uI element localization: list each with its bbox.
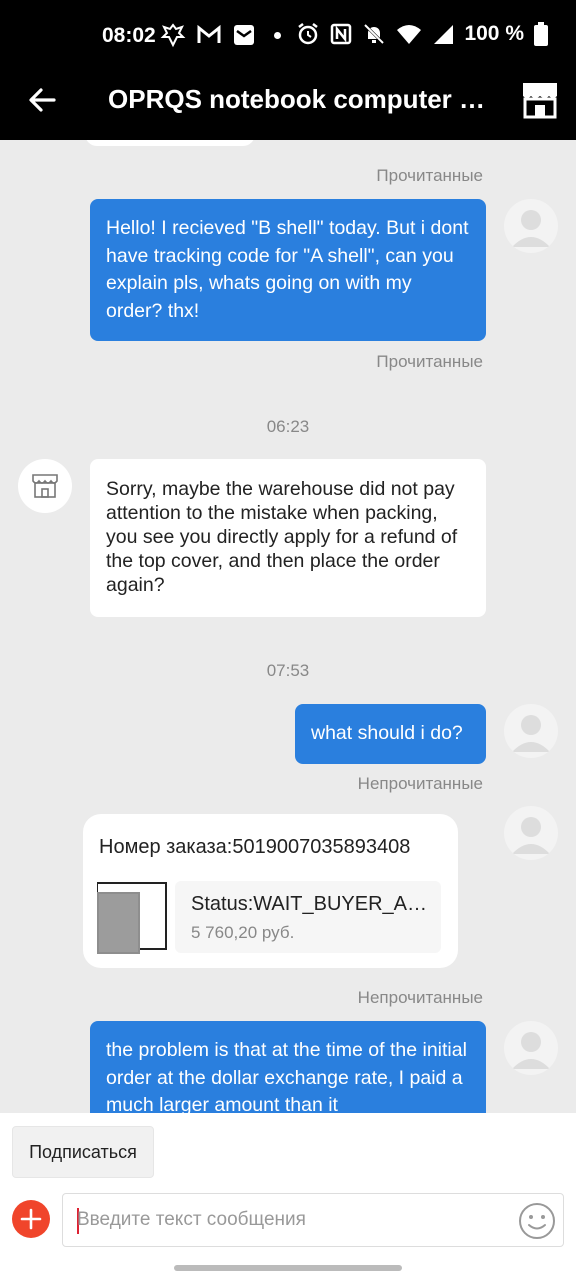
screen: 08:02 100 % OPRQS notebook computer fr..… — [0, 0, 576, 1280]
user-icon — [512, 715, 550, 752]
message-status: Прочитанные — [376, 352, 483, 371]
product-thumbnail — [97, 880, 167, 954]
system-icons: 100 % — [296, 22, 548, 46]
message-text: Hello! I recieved "B shell" today. But i… — [106, 217, 469, 322]
store-icon[interactable] — [520, 80, 560, 120]
nfc-icon — [331, 23, 352, 45]
emblem-icon — [160, 23, 186, 48]
emoji-icon[interactable] — [517, 1201, 557, 1241]
message-text: what should i do? — [311, 722, 463, 744]
mute-bell-icon — [364, 23, 385, 45]
order-number: Номер заказа:5019007035893408 — [99, 836, 411, 858]
status-time: 08:02 — [102, 24, 156, 47]
mail-m-icon — [197, 24, 221, 43]
battery-icon — [534, 22, 548, 46]
message-status: Прочитанные — [376, 166, 483, 185]
chat-area[interactable]: Прочитанные Hello! I recieved "B shell" … — [0, 140, 576, 1113]
more-notifications-dot — [274, 31, 281, 39]
user-avatar — [504, 1021, 558, 1075]
outgoing-message[interactable]: what should i do? — [295, 704, 486, 764]
add-icon[interactable] — [12, 1200, 50, 1238]
timestamp: 07:53 — [266, 661, 310, 680]
store-icon — [32, 474, 58, 498]
user-avatar — [504, 199, 558, 253]
notification-icons — [160, 22, 281, 48]
user-avatar — [504, 806, 558, 860]
arrow-left-icon[interactable] — [26, 84, 58, 116]
user-avatar — [504, 704, 558, 758]
seller-avatar — [18, 459, 72, 513]
battery-percent: 100 % — [464, 22, 524, 45]
user-icon — [512, 817, 550, 854]
timestamp: 06:23 — [266, 417, 310, 436]
page-title: OPRQS notebook computer fr... — [108, 84, 490, 114]
app-bar: OPRQS notebook computer fr... — [0, 60, 576, 140]
message-status: Непрочитанные — [357, 988, 483, 1007]
inbox-icon — [234, 25, 254, 45]
message-text: Sorry, maybe the warehouse did not pay a… — [106, 478, 458, 596]
message-text: the problem is that at the time of the i… — [106, 1039, 467, 1113]
wifi-icon — [397, 25, 422, 44]
home-indicator[interactable] — [174, 1265, 402, 1271]
signal-icon — [434, 25, 454, 44]
order-price: 5 760,20 руб. — [191, 923, 295, 942]
order-card[interactable]: Номер заказа:5019007035893408 Status:WAI… — [83, 814, 458, 968]
message-input-wrapper — [62, 1193, 564, 1247]
message-input[interactable] — [77, 1194, 497, 1246]
plus-glyph — [20, 1208, 42, 1230]
outgoing-message[interactable]: Hello! I recieved "B shell" today. But i… — [90, 199, 486, 341]
previous-message-stub — [85, 140, 255, 146]
alarm-icon — [298, 23, 319, 45]
order-info: Status:WAIT_BUYER_ACCEPT_GOODS 5 760,20 … — [175, 881, 441, 953]
user-icon — [512, 1032, 550, 1069]
message-status: Непрочитанные — [357, 774, 483, 793]
outgoing-message[interactable]: the problem is that at the time of the i… — [90, 1021, 486, 1113]
order-status: Status:WAIT_BUYER_ACCEPT_GOODS — [191, 893, 437, 915]
incoming-message[interactable]: Sorry, maybe the warehouse did not pay a… — [90, 459, 486, 617]
composer-panel: Подписаться — [0, 1113, 576, 1280]
user-icon — [512, 210, 550, 247]
subscribe-button[interactable]: Подписаться — [12, 1126, 154, 1178]
